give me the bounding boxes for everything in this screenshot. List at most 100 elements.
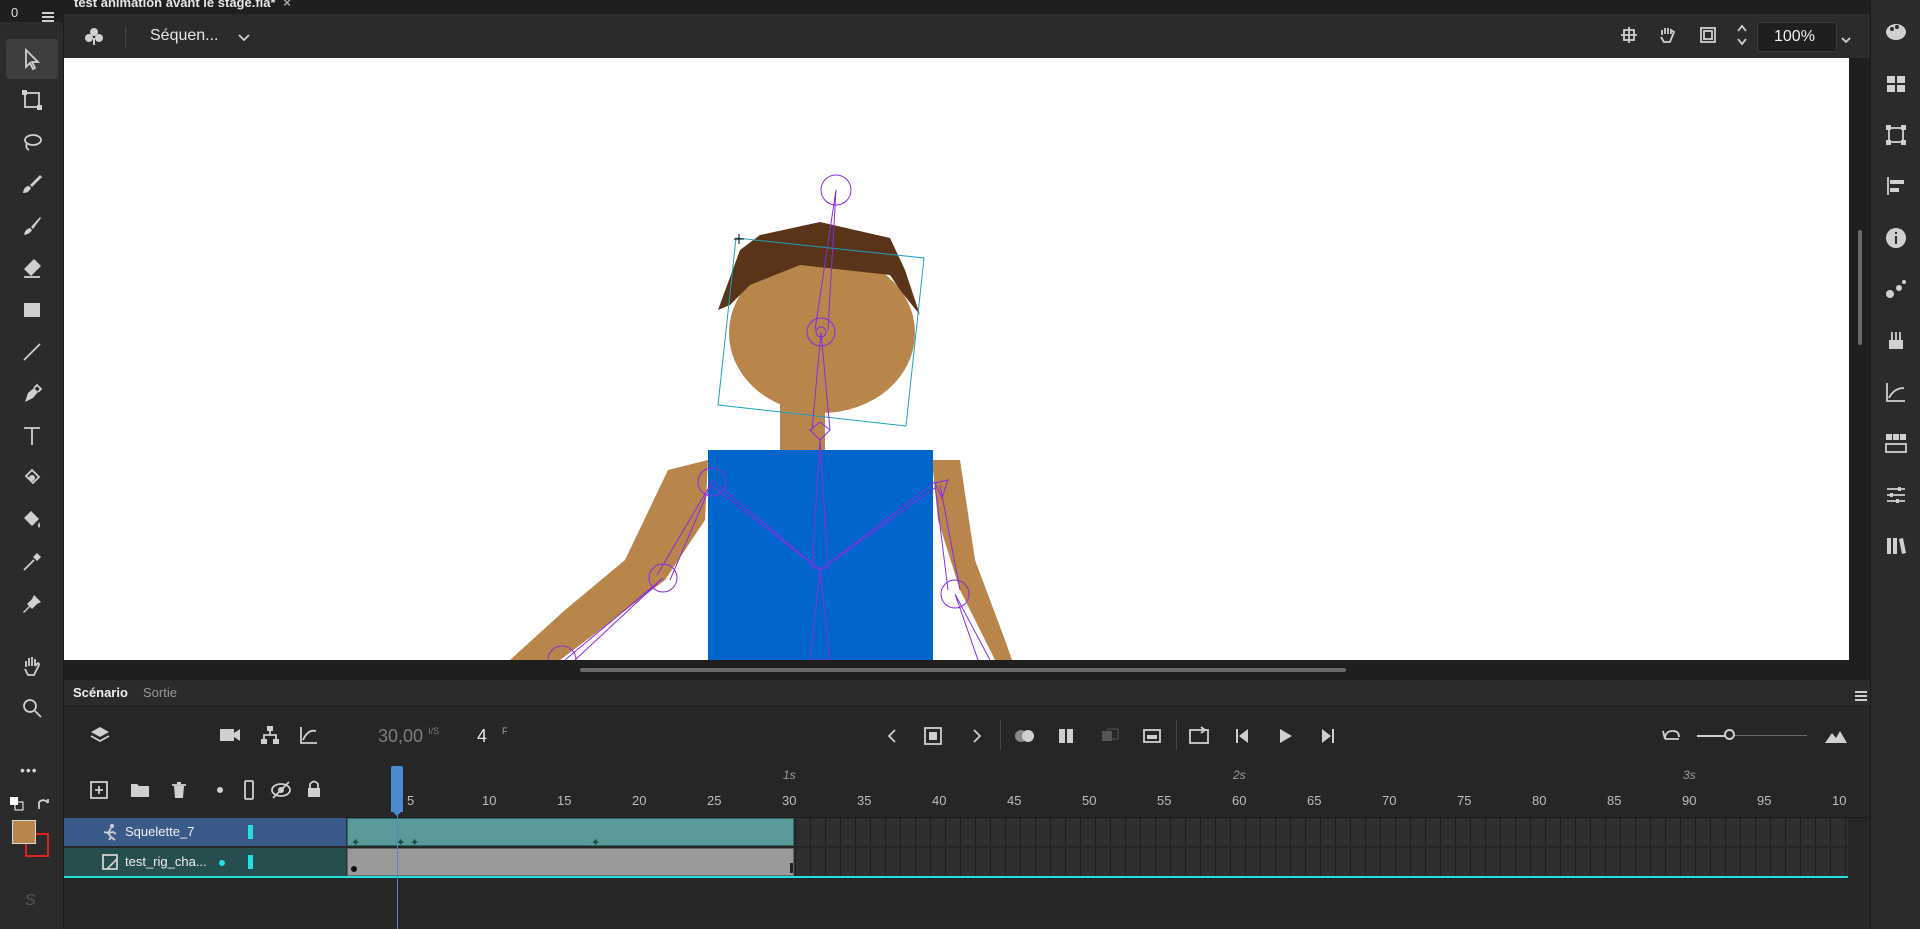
fit-timeline-icon[interactable] (1823, 727, 1849, 745)
edit-multiple-frames-icon[interactable] (1057, 727, 1077, 745)
ruler-frame-number: 10 (1832, 793, 1847, 808)
ruler-frame-number: 5 (407, 793, 415, 808)
scene-selector[interactable]: Séquen... (150, 27, 219, 45)
eraser-icon[interactable] (12, 250, 52, 286)
zoom-icon[interactable] (12, 690, 52, 726)
layer-color-swatch[interactable] (248, 825, 253, 839)
delete-layer-icon[interactable] (169, 780, 189, 800)
layer-name: test_rig_cha... (125, 854, 207, 869)
color-palette-icon[interactable] (1884, 20, 1908, 44)
brush-icon[interactable] (12, 208, 52, 244)
torso[interactable] (708, 450, 933, 660)
tab-sortie[interactable]: Sortie (143, 680, 177, 706)
document-tab[interactable]: test animation avant le stage.fla* × (74, 0, 291, 14)
eyedropper-icon[interactable] (12, 544, 52, 580)
layer-row-test-rig[interactable]: test_rig_cha... (64, 848, 346, 876)
reset-colors-icon[interactable] (36, 797, 50, 811)
tab-scenario[interactable]: Scénario (73, 680, 128, 706)
panels-dock (1870, 0, 1920, 929)
center-frame-icon[interactable] (1142, 727, 1162, 745)
close-tab-icon[interactable]: × (283, 0, 291, 10)
scene-icon[interactable] (82, 24, 106, 48)
new-layer-icon[interactable] (89, 780, 109, 800)
lasso-icon[interactable] (12, 124, 52, 160)
library-icon[interactable] (1884, 534, 1908, 558)
lock-layers-icon[interactable] (305, 779, 323, 799)
ruler-frame-number: 70 (1382, 793, 1397, 808)
components-icon[interactable] (1884, 431, 1908, 455)
insert-keyframe-icon[interactable] (923, 726, 943, 746)
step-forward-icon[interactable] (1317, 727, 1337, 745)
stage-vertical-scrollbar[interactable] (1858, 230, 1862, 345)
motion-editor-icon[interactable] (1884, 380, 1908, 404)
zoom-stepper-icon[interactable] (1737, 23, 1747, 47)
rectangle-icon[interactable] (12, 292, 52, 328)
play-icon[interactable] (1276, 727, 1294, 745)
scene-dropdown-chevron-icon[interactable] (237, 30, 251, 42)
center-stage-icon[interactable] (1620, 26, 1638, 44)
outline-layers-icon[interactable] (244, 780, 254, 800)
frame-rate[interactable]: 30,00 I/S (378, 726, 439, 747)
layer-controls-row (64, 770, 346, 771)
layer-color-swatch[interactable] (248, 855, 253, 869)
hand-icon[interactable] (12, 648, 52, 684)
paint-bucket-icon[interactable] (12, 460, 52, 496)
ruler-frame-number: 75 (1457, 793, 1472, 808)
properties-icon[interactable] (1884, 483, 1908, 507)
stage-horizontal-scrollbar[interactable] (580, 668, 1346, 672)
bucket-icon[interactable] (12, 502, 52, 538)
layer-parenting-icon[interactable] (260, 725, 280, 745)
panel-menu-icon[interactable] (42, 9, 54, 22)
zoom-slider-handle[interactable] (1724, 729, 1735, 740)
layers-icon[interactable] (89, 724, 111, 746)
playback-divider-2 (1176, 720, 1177, 750)
swatches-icon[interactable] (1884, 72, 1908, 96)
ruler-frame-number: 80 (1532, 793, 1547, 808)
loop-icon[interactable] (1188, 726, 1210, 746)
layer-row-squelette[interactable]: Squelette_7 (64, 818, 346, 846)
camera-icon[interactable] (219, 727, 241, 743)
frame-span-test-rig[interactable] (347, 848, 794, 876)
info-icon[interactable] (1884, 226, 1908, 250)
highlight-layers-dot-icon[interactable] (217, 787, 223, 793)
zoom-dropdown-icon[interactable] (1840, 31, 1852, 44)
more-tools-icon[interactable]: ••• (20, 762, 38, 778)
fluid-brush-icon[interactable] (12, 166, 52, 202)
selection-tool-icon[interactable] (6, 39, 58, 79)
sync-symbols-icon (1100, 727, 1120, 745)
new-folder-icon[interactable] (129, 781, 151, 799)
fps-unit: I/S (428, 726, 440, 736)
stroke-color-swatch[interactable] (12, 820, 36, 844)
keyframe-dot[interactable] (351, 866, 357, 872)
free-transform-icon[interactable] (12, 82, 52, 118)
undo-timeline-icon[interactable] (1661, 727, 1683, 745)
transform-icon[interactable] (1884, 123, 1908, 147)
pin-icon[interactable] (12, 586, 52, 622)
rotate-stage-icon[interactable] (1657, 25, 1679, 45)
align-icon[interactable] (1884, 174, 1908, 198)
stage[interactable] (64, 58, 1849, 660)
onion-skin-icon[interactable] (1013, 727, 1037, 745)
line-icon[interactable] (12, 334, 52, 370)
clip-stage-icon[interactable] (1699, 26, 1717, 44)
ruler-frame-number: 45 (1007, 793, 1022, 808)
hide-layers-icon[interactable] (270, 780, 292, 800)
timeline-panel-menu-icon[interactable] (1855, 689, 1867, 701)
code-snippets-icon[interactable] (1884, 328, 1908, 352)
prev-keyframe-icon[interactable] (884, 727, 900, 745)
ruler-frame-number: 25 (707, 793, 722, 808)
current-frame[interactable]: 4 F (477, 726, 508, 747)
playhead-handle[interactable] (391, 766, 403, 812)
text-icon[interactable] (12, 418, 52, 454)
tween-graph-icon[interactable] (299, 725, 319, 745)
step-back-icon[interactable] (1233, 727, 1253, 745)
ruler-frame-number: 20 (632, 793, 647, 808)
second-marker-2: 2s (1233, 768, 1246, 782)
frame-ruler[interactable] (346, 765, 1870, 818)
zoom-input[interactable]: 100% (1757, 22, 1837, 52)
next-keyframe-icon[interactable] (969, 727, 985, 745)
pen-icon[interactable] (12, 376, 52, 412)
motion-presets-icon[interactable] (1884, 277, 1908, 301)
timeline-zoom-slider[interactable] (1697, 725, 1809, 745)
swap-colors-icon[interactable] (10, 797, 24, 811)
